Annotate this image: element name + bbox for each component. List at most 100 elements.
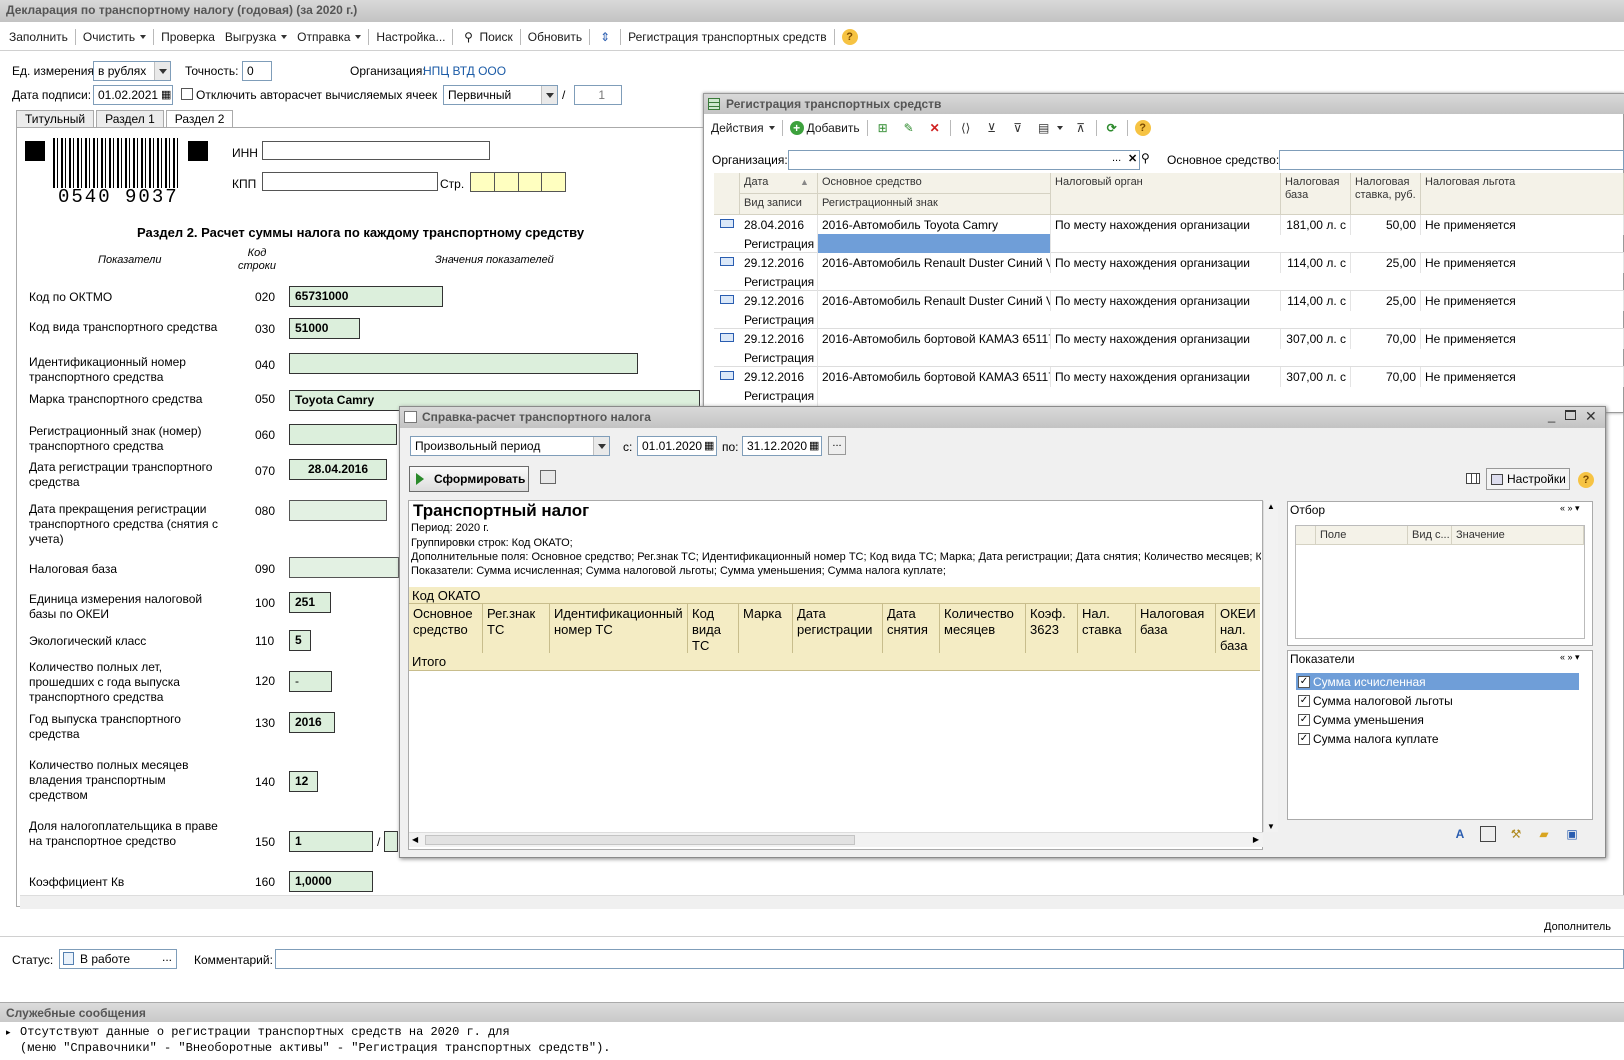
indicators-collapse-icons[interactable]: « » ▾	[1560, 652, 1580, 663]
form-hscrollbar[interactable]	[20, 895, 1624, 909]
reg-col-regsign[interactable]: Регистрационный знак	[818, 194, 1051, 215]
dereg-date-field[interactable]	[289, 500, 387, 521]
autocalc-checkbox[interactable]	[181, 88, 193, 100]
reg-help-button[interactable]: ?	[1130, 118, 1156, 138]
correction-number[interactable]: 1	[574, 85, 622, 105]
scroll-right-icon[interactable]: ▶	[1253, 835, 1259, 844]
edit-button[interactable]: ✎	[896, 118, 922, 138]
reg-col-rate[interactable]: Налоговая ставка, руб.	[1351, 173, 1421, 215]
clear-filter-button[interactable]: ⊼	[1068, 118, 1094, 138]
precision-stepper[interactable]: 0	[242, 61, 272, 81]
oktmo-field[interactable]: 65731000	[289, 286, 443, 307]
years-field[interactable]: -	[289, 671, 332, 692]
inn-field[interactable]	[262, 141, 490, 160]
help-icon[interactable]: ?	[1578, 472, 1594, 488]
org-link[interactable]: НПЦ ВТД ООО	[423, 64, 506, 78]
refresh-button[interactable]: Обновить	[523, 27, 587, 47]
clear-button[interactable]: Очистить	[78, 27, 151, 47]
clear-icon[interactable]: ✕	[1128, 152, 1137, 165]
unit-select[interactable]: в рублях	[93, 61, 171, 81]
tools-icon[interactable]: ⚒	[1508, 826, 1524, 842]
expand-collapse-button[interactable]: ⇕	[592, 27, 618, 47]
share-numerator-field[interactable]: 1	[289, 831, 373, 852]
indicator-checkbox[interactable]: ✓	[1298, 713, 1310, 726]
send-button[interactable]: Отправка	[292, 27, 366, 47]
actions-menu[interactable]: Действия	[706, 118, 780, 138]
check-button[interactable]: Проверка	[156, 27, 220, 47]
layout-icon[interactable]	[1466, 473, 1480, 484]
maximize-button[interactable]	[1565, 410, 1576, 420]
reg-asset-field[interactable]	[1279, 150, 1624, 170]
table-row[interactable]: 29.12.2016 Регистрация 2016-Автомобиль б…	[714, 367, 1624, 406]
copy-button[interactable]: ⊞	[870, 118, 896, 138]
status-field[interactable]: В работе	[59, 949, 177, 969]
folder-open-icon[interactable]: ▰	[1536, 826, 1552, 842]
eco-class-field[interactable]: 5	[289, 630, 311, 651]
minimize-button[interactable]: _	[1548, 408, 1555, 423]
kpp-field[interactable]	[262, 172, 438, 191]
find-button[interactable]: ⟨⟩	[953, 118, 979, 138]
help-button[interactable]: ?	[837, 27, 863, 47]
table-row[interactable]: 29.12.2016 Регистрация 2016-Автомобиль R…	[714, 253, 1624, 292]
scroll-left-icon[interactable]: ◀	[412, 835, 418, 844]
reg-org-select-button[interactable]: ...	[1112, 152, 1121, 164]
reg-sign-field[interactable]	[289, 424, 397, 445]
tab-section-2[interactable]: Раздел 2	[165, 110, 234, 128]
period-select[interactable]: Произвольный период	[410, 436, 610, 456]
indicator-item[interactable]: ✓ Сумма налога куплате	[1296, 730, 1579, 747]
kv-coef-field[interactable]: 1,0000	[289, 871, 373, 892]
vehicle-registration-button[interactable]: Регистрация транспортных средств	[623, 27, 832, 47]
tax-base-field[interactable]	[289, 557, 399, 578]
reg-col-benefit[interactable]: Налоговая льгота	[1421, 173, 1624, 215]
cell-regsign-selected[interactable]	[818, 234, 1051, 253]
indicator-checkbox[interactable]: ✓	[1298, 694, 1310, 707]
reg-col-kind[interactable]: Вид записи	[740, 194, 818, 215]
export-button[interactable]: Выгрузка	[220, 27, 292, 47]
delete-button[interactable]: ✕	[922, 118, 948, 138]
scroll-up-icon[interactable]: ▲	[1267, 502, 1275, 511]
message-expand-icon[interactable]: ▸	[6, 1027, 11, 1038]
search-icon[interactable]: ⚲	[1141, 151, 1150, 165]
print-icon[interactable]	[540, 470, 556, 484]
close-button[interactable]: ✕	[1585, 408, 1597, 425]
scroll-down-icon[interactable]: ▼	[1267, 822, 1275, 831]
reg-col-asset[interactable]: Основное средство	[818, 173, 1051, 194]
indicator-item[interactable]: ✓ Сумма налоговой льготы	[1296, 692, 1579, 709]
settings-button[interactable]: Настройка...	[371, 27, 450, 47]
reload-button[interactable]: ⟳	[1099, 118, 1125, 138]
tab-title[interactable]: Титульный	[16, 110, 95, 128]
generate-button[interactable]: Сформировать	[409, 466, 529, 492]
filter-value-button[interactable]: ⊽	[1005, 118, 1031, 138]
filter-collapse-icons[interactable]: « » ▾	[1560, 503, 1580, 514]
indicator-checkbox[interactable]: ✓	[1298, 732, 1310, 745]
filter-button[interactable]: ⊻	[979, 118, 1005, 138]
year-field[interactable]: 2016	[289, 712, 335, 733]
search-button[interactable]: ⚲ Поиск	[455, 27, 517, 47]
table-row[interactable]: 28.04.2016 Регистрация 2016-Автомобиль T…	[714, 215, 1624, 254]
page-number-field[interactable]	[470, 172, 566, 192]
vin-field[interactable]	[289, 353, 638, 374]
table-row[interactable]: 29.12.2016 Регистрация 2016-Автомобиль б…	[714, 329, 1624, 368]
table-row[interactable]: 29.12.2016 Регистрация 2016-Автомобиль R…	[714, 291, 1624, 330]
reg-col-taxorg[interactable]: Налоговый орган	[1051, 173, 1281, 215]
calendar-icon[interactable]: ▦	[704, 439, 714, 452]
reg-org-field[interactable]	[788, 150, 1140, 170]
calendar-icon[interactable]: ▦	[161, 88, 171, 101]
indicator-item[interactable]: ✓ Сумма исчисленная	[1296, 673, 1579, 690]
report-settings-button[interactable]: Настройки	[1486, 468, 1570, 490]
report-hscrollbar[interactable]: ◀ ▶	[409, 832, 1263, 847]
save-icon[interactable]: ▣	[1564, 826, 1580, 842]
indicator-item[interactable]: ✓ Сумма уменьшения	[1296, 711, 1579, 728]
fill-button[interactable]: Заполнить	[4, 27, 73, 47]
vehicle-type-code-field[interactable]: 51000	[289, 318, 360, 339]
reg-date-field[interactable]: 28.04.2016	[289, 459, 387, 480]
months-field[interactable]: 12	[289, 771, 318, 792]
calendar-icon[interactable]: ▦	[809, 439, 819, 452]
okei-field[interactable]: 251	[289, 592, 331, 613]
filter-history-button[interactable]: ▤	[1031, 118, 1068, 138]
status-select-button[interactable]: ...	[162, 950, 172, 964]
report-vscrollbar[interactable]: ▲ ▼	[1263, 501, 1278, 832]
tab-section-1[interactable]: Раздел 1	[96, 110, 164, 128]
grid-icon[interactable]	[1480, 826, 1496, 842]
font-icon[interactable]: A	[1452, 826, 1468, 842]
